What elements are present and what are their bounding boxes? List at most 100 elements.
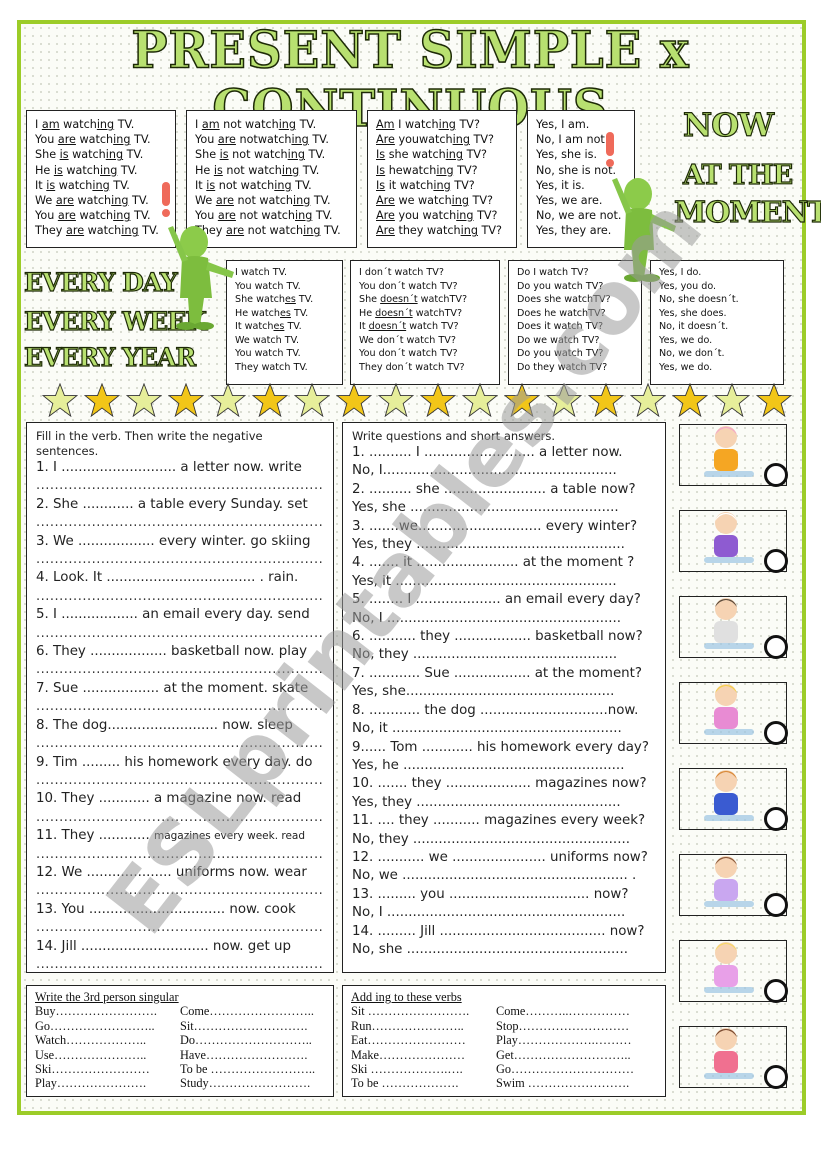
text-part: We	[35, 194, 56, 208]
text-part: you watch	[394, 209, 457, 223]
underlined-part: is	[213, 163, 223, 177]
star-icon	[210, 383, 246, 417]
keyword-every-day: EVERY DAY	[23, 267, 178, 297]
grammar-line: I don´t watch TV?	[359, 266, 491, 280]
text-part: TV.	[296, 118, 317, 131]
question-item: 6. ........... they .................. b…	[352, 629, 643, 645]
underlined-part: are	[217, 133, 236, 147]
question-item: 5. ........ I .................... an em…	[352, 592, 641, 608]
underlined-part: ing	[303, 224, 321, 238]
text-part: I don´t watch TV?	[359, 267, 444, 278]
question-item: 3. .......we............................…	[352, 518, 638, 534]
picture-cooking	[679, 510, 788, 573]
verb-item: Make…………………	[351, 1047, 466, 1062]
text-part: It watch	[235, 321, 274, 332]
underlined-part: doesn´t	[375, 307, 413, 319]
question-item: 10. ....... they .................... ma…	[352, 776, 647, 792]
text-part: they watch	[394, 224, 461, 238]
answer-circle[interactable]	[764, 463, 788, 487]
text-part: TV?	[450, 178, 475, 192]
verb-item: To be ……………………..	[180, 1062, 316, 1077]
grammar-line: Yes, she does.	[659, 307, 727, 319]
short-answer-line: Yes, she................................…	[352, 684, 615, 700]
grammar-line: Yes, we do.	[659, 334, 713, 346]
grammar-line: They don´t watch TV?	[359, 361, 491, 375]
text-part: You	[195, 133, 218, 147]
text-part: watch	[59, 118, 97, 131]
grammar-line: You watch TV.	[235, 280, 334, 294]
question-item: 7. ............ Sue .................. a…	[352, 665, 643, 681]
text-part: watch TV?	[406, 321, 459, 332]
answer-circle[interactable]	[764, 1065, 788, 1089]
grammar-line: They are watching TV.	[35, 223, 167, 238]
answer-circle[interactable]	[764, 549, 788, 573]
underlined-part: ing	[460, 224, 478, 238]
underlined-part: ing	[281, 163, 300, 177]
underlined-part: is	[46, 178, 56, 192]
exercise-item: 11. They ............ magazines every we…	[36, 827, 324, 845]
item-text: magazines every week. read	[153, 830, 306, 843]
cooking-illustration	[704, 512, 754, 563]
item-text: 11. They ............	[36, 828, 154, 844]
text-part: I watch TV.	[235, 267, 288, 278]
grammar-line: She is watching TV.	[35, 147, 167, 162]
underlined-part: ing	[113, 133, 131, 147]
answer-line: ........................................…	[36, 772, 324, 788]
text-part: TV.	[138, 224, 159, 238]
text-part: She watch	[235, 294, 285, 305]
skating-illustration	[704, 684, 754, 735]
exercise-item: 2. She ............ a table every Sunday…	[36, 496, 324, 514]
grammar-line: You don´t watch TV?	[359, 347, 491, 361]
text-part: TV.	[130, 209, 151, 223]
question-item: 4. ....... it ........................ a…	[352, 555, 635, 571]
underlined-part: ing	[105, 148, 124, 162]
answer-circle[interactable]	[764, 635, 788, 659]
text-part: She	[359, 294, 381, 305]
text-part: I	[195, 118, 202, 131]
item-text: 14. Jill .............................. …	[36, 938, 292, 954]
green-figure-pointing-left	[162, 182, 234, 330]
grammar-line: You are watching TV.	[35, 132, 167, 147]
grammar-line: She doesn´t watchTV?	[359, 293, 491, 307]
grammar-line: We watch TV.	[235, 334, 334, 348]
answer-line: ........................................…	[36, 588, 324, 604]
star-icon	[588, 383, 624, 417]
answer-circle[interactable]	[764, 721, 788, 745]
verb-item: Play………………….	[35, 1076, 147, 1091]
short-answer-line: No, I...................................…	[352, 463, 617, 479]
text-part: You watch TV.	[235, 280, 301, 292]
grammar-line: We don´t watch TV?	[359, 334, 491, 348]
text-part: watchTV?	[412, 307, 463, 319]
text-part: I watch	[394, 118, 439, 131]
answer-circle[interactable]	[764, 979, 788, 1003]
grammar-line: Do they watch TV?	[517, 361, 608, 373]
answer-line: ........................................…	[36, 956, 324, 972]
underlined-part: ing	[293, 194, 311, 208]
short-answer-line: Yes, they ..............................…	[352, 794, 621, 810]
text-part: youwatch	[394, 133, 453, 147]
grammar-line: Does she watchTV?	[517, 294, 611, 305]
text-part: It	[35, 178, 47, 192]
text-part: You watch TV.	[235, 348, 301, 359]
answer-line: ........................................…	[36, 846, 324, 862]
add-ing-box: Add ing to these verbs Sit ……………………. Run……	[342, 985, 666, 1097]
underlined-part: doesn´t	[380, 294, 418, 305]
answer-circle[interactable]	[764, 807, 788, 831]
text-part: He	[195, 163, 214, 177]
text-part: TV.	[284, 321, 302, 332]
answer-circle[interactable]	[764, 893, 788, 917]
verb-item: Run…………………..	[351, 1018, 464, 1033]
grammar-line: She is not watching TV.	[195, 147, 348, 162]
question-item: 13. ......... you ......................…	[352, 886, 629, 902]
underlined-part: ing	[111, 194, 129, 208]
picture-wearing-uniform	[679, 1026, 788, 1089]
verb-item: Sit……………………….	[180, 1018, 308, 1033]
answer-line: ........................................…	[36, 883, 324, 899]
verb-item: Study…………………….	[180, 1076, 311, 1091]
underlined-part: ing	[436, 163, 454, 177]
short-answer-line: No, it .................................…	[352, 721, 622, 737]
underlined-part: Is	[376, 163, 386, 177]
continuous-questions-box: Am I watching TV? Are youwatching TV? Is s…	[367, 110, 517, 248]
short-answer-line: Yes, it ................................…	[352, 573, 617, 589]
underlined-part: es	[280, 307, 291, 319]
